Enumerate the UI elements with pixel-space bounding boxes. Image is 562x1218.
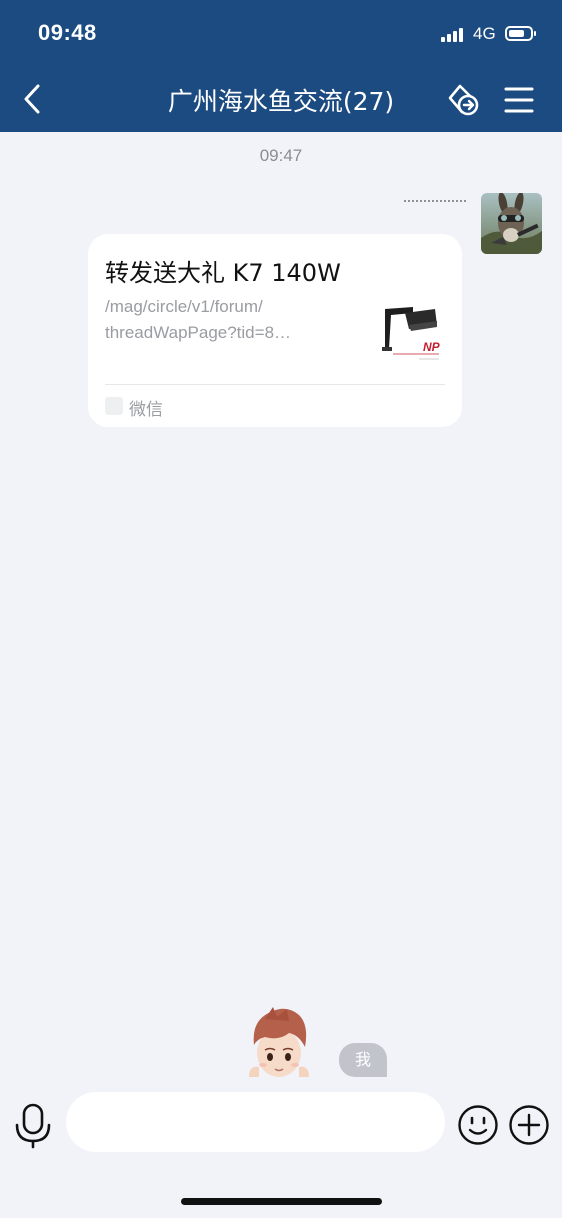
chat-header: 09:48 4G 广州海水鱼交流(27) bbox=[0, 0, 562, 132]
card-url: /mag/circle/v1/forum/ threadWapPage?tid=… bbox=[105, 294, 365, 346]
cellular-signal-icon bbox=[441, 28, 467, 42]
voice-input-button[interactable] bbox=[12, 1101, 54, 1149]
card-thumbnail: NP bbox=[379, 299, 445, 367]
message-input-bar bbox=[0, 1077, 562, 1218]
cartoon-boy-icon bbox=[249, 1007, 309, 1077]
back-button[interactable] bbox=[16, 80, 52, 118]
chat-title: 广州海水鱼交流(27) bbox=[167, 87, 395, 116]
thumb-brand: NP bbox=[423, 340, 441, 354]
menu-button[interactable] bbox=[503, 82, 535, 118]
smile-icon bbox=[458, 1105, 498, 1145]
card-title: 转发送大礼 K7 140W bbox=[105, 259, 341, 287]
me-label-bubble: 我 bbox=[339, 1043, 387, 1077]
sender-avatar[interactable] bbox=[481, 193, 542, 254]
share-link-button[interactable] bbox=[444, 80, 484, 120]
aquarium-light-thumbnail: NP bbox=[379, 299, 445, 367]
chevron-left-icon bbox=[24, 84, 40, 114]
more-actions-button[interactable] bbox=[508, 1104, 550, 1146]
menu-icon bbox=[504, 87, 534, 113]
cartoon-boy-sticker bbox=[243, 1005, 315, 1077]
source-app-icon bbox=[105, 397, 123, 415]
card-source: 微信 bbox=[129, 400, 163, 420]
message-input[interactable] bbox=[66, 1092, 445, 1152]
home-indicator[interactable] bbox=[181, 1198, 382, 1205]
status-time: 09:48 bbox=[38, 20, 97, 45]
message-timestamp: 09:47 bbox=[259, 146, 303, 165]
emoji-button[interactable] bbox=[457, 1104, 499, 1146]
microphone-icon bbox=[15, 1103, 51, 1149]
network-type: 4G bbox=[473, 24, 496, 43]
plus-icon bbox=[509, 1105, 549, 1145]
share-link-icon bbox=[448, 84, 479, 116]
sender-name-placeholder bbox=[404, 200, 466, 206]
shared-link-card[interactable]: 转发送大礼 K7 140W /mag/circle/v1/forum/ thre… bbox=[88, 234, 462, 427]
donkey-avatar-icon bbox=[481, 193, 542, 254]
card-url-line-2: threadWapPage?tid=8… bbox=[105, 323, 292, 342]
card-divider bbox=[105, 384, 445, 385]
me-label: 我 bbox=[354, 1050, 371, 1069]
card-url-line-1: /mag/circle/v1/forum/ bbox=[105, 297, 263, 316]
battery-icon bbox=[505, 26, 536, 41]
